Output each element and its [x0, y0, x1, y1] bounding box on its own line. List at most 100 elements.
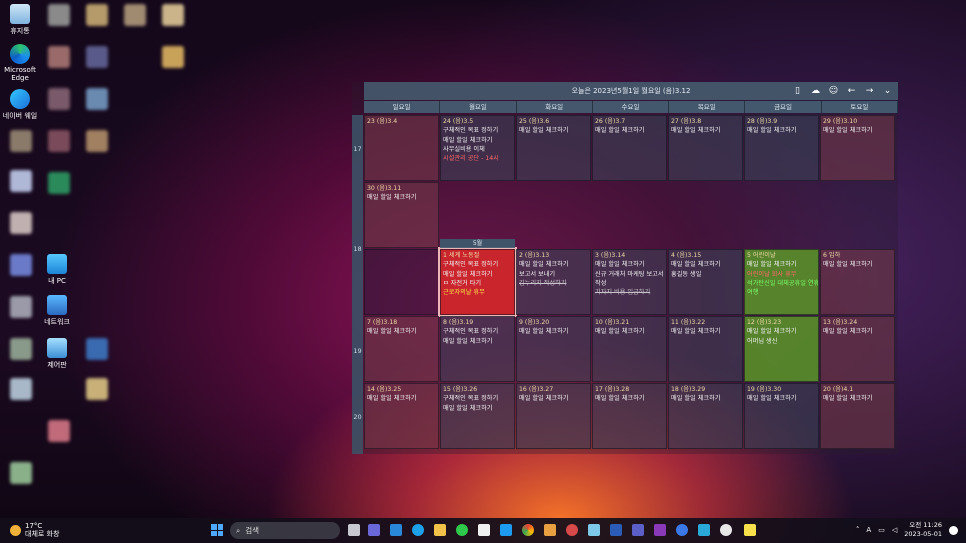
chrome-icon[interactable] [522, 524, 534, 536]
day-cell[interactable]: 19 (음)3.30 매일 할일 체크하기 [744, 383, 819, 449]
blurred-desktop-icon[interactable] [86, 130, 108, 152]
event-item[interactable]: 매일 할일 체크하기 [671, 126, 740, 135]
event-item[interactable]: 매일 할일 체크하기 [367, 327, 436, 336]
blurred-desktop-icon[interactable] [86, 46, 108, 68]
event-item[interactable]: 구체적인 목표 정하기 [443, 126, 512, 135]
blurred-desktop-icon[interactable] [10, 296, 32, 318]
task-view-icon[interactable] [348, 524, 360, 536]
event-item[interactable]: 매일 할일 체크하기 [823, 327, 892, 336]
event-item[interactable]: 매일 할일 체크하기 [595, 260, 664, 269]
day-cell[interactable]: 23 (음)3.4 [364, 115, 439, 181]
blurred-desktop-icon[interactable] [162, 4, 184, 26]
event-item[interactable]: 어머님 생신 [747, 337, 816, 346]
day-cell[interactable]: 25 (음)3.6 매일 할일 체크하기 [516, 115, 591, 181]
day-cell[interactable]: 17 (음)3.28 매일 할일 체크하기 [592, 383, 667, 449]
event-item[interactable]: 사무실비용 이체 [443, 145, 512, 154]
day-cell[interactable]: 16 (음)3.27 매일 할일 체크하기 [516, 383, 591, 449]
app-icon[interactable] [566, 524, 578, 536]
event-item[interactable]: 작성 [595, 279, 664, 288]
chevron-up-icon[interactable]: ˄ [856, 526, 860, 534]
day-cell[interactable]: 14 (음)3.25 매일 할일 체크하기 [364, 383, 439, 449]
network-icon[interactable]: 네트워크 [33, 295, 81, 327]
blurred-desktop-icon[interactable] [86, 4, 108, 26]
display-icon[interactable]: ▭ [878, 526, 885, 534]
blurred-desktop-icon[interactable] [86, 338, 108, 360]
event-item[interactable]: 시설관리 공단 - 14시 [443, 154, 512, 163]
event-item[interactable]: 신규 거래처 마케팅 보고서 [595, 270, 664, 279]
event-item[interactable]: 석가탄신일 대체공휴일 연휴 [747, 279, 818, 288]
calendar-titlebar[interactable]: 오늘은 2023년5월1일 월요일 (음)3.12 ▯ ☁ ☺ ← → ⌄ [364, 82, 898, 100]
line-icon[interactable] [456, 524, 468, 536]
blurred-desktop-icon[interactable] [10, 338, 32, 360]
day-cell[interactable]: 8 (음)3.19 구체적인 목표 정하기 매일 할일 체크하기 [440, 316, 515, 382]
event-item[interactable]: 매일 할일 체크하기 [823, 126, 892, 135]
blurred-desktop-icon[interactable] [10, 462, 32, 484]
day-cell[interactable]: 20 (음)4.1 매일 할일 체크하기 [820, 383, 895, 449]
day-cell[interactable]: 13 (음)3.24 매일 할일 체크하기 [820, 316, 895, 382]
event-item[interactable]: 근로자의날 휴무 [443, 288, 512, 297]
blurred-desktop-icon[interactable] [10, 170, 32, 192]
recycle-bin-icon[interactable]: 휴지통 [0, 4, 44, 36]
control-panel-icon[interactable]: 제어판 [33, 338, 81, 370]
chevron-down-icon[interactable]: ⌄ [881, 86, 894, 96]
event-item[interactable]: 매일 할일 체크하기 [519, 260, 588, 269]
event-item[interactable]: 매일 할일 체크하기 [443, 337, 512, 346]
user-icon[interactable]: ☺ [827, 86, 840, 96]
onenote-icon[interactable] [654, 524, 666, 536]
event-item[interactable]: 매일 할일 체크하기 [671, 260, 740, 269]
bing-icon[interactable] [698, 524, 710, 536]
day-cell[interactable]: 11 (음)3.22 매일 할일 체크하기 [668, 316, 743, 382]
start-button[interactable] [211, 524, 223, 536]
event-item[interactable]: 매일 할일 체크하기 [823, 394, 892, 403]
notepad-icon[interactable] [588, 524, 600, 536]
blurred-desktop-icon[interactable] [10, 254, 32, 276]
search-box[interactable]: ⌕ 검색 [230, 522, 340, 539]
whale-icon[interactable]: 네이버 웨일 [0, 89, 44, 121]
event-item[interactable]: 구체적인 목표 정하기 [443, 260, 512, 269]
day-cell[interactable]: 24 (음)3.5 구체적인 목표 정하기 매일 할일 체크하기 사무실비용 이체 시설… [440, 115, 515, 181]
event-item[interactable]: 매일 할일 체크하기 [595, 394, 664, 403]
blurred-desktop-icon[interactable] [10, 212, 32, 234]
blurred-desktop-icon[interactable] [162, 46, 184, 68]
day-cell[interactable]: 15 (음)3.26 구체적인 목표 정하기 매일 할일 체크하기 [440, 383, 515, 449]
event-item[interactable]: 보고서 보내기 [519, 270, 588, 279]
event-item[interactable]: 매일 할일 체크하기 [519, 327, 588, 336]
event-item[interactable]: 구체적인 목표 정하기 [443, 327, 512, 336]
event-item[interactable]: 매일 할일 체크하기 [367, 394, 436, 403]
ime-indicator[interactable]: A [866, 526, 871, 534]
day-cell[interactable]: 1 세계 노동절 구체적인 목표 정하기 매일 할일 체크하기 ㅁ 자전거 타기 근로자… [438, 247, 517, 317]
notification-badge-icon[interactable] [949, 525, 958, 535]
event-item[interactable]: 매일 할일 체크하기 [443, 404, 512, 413]
day-cell[interactable]: 3 (음)3.14 매일 할일 체크하기 신규 거래처 마케팅 보고서 작성 기자지 비… [592, 249, 667, 315]
day-cell[interactable]: 4 (음)3.15 매일 할일 체크하기 홍길동 생일 [668, 249, 743, 315]
store-icon[interactable] [390, 524, 402, 536]
event-item[interactable]: 매일 할일 체크하기 [367, 193, 436, 202]
event-item[interactable]: 기자지 비용 입금하기 [595, 288, 664, 297]
weather-widget[interactable]: 17°C 대체로 화창 [10, 522, 59, 538]
event-item[interactable]: 매일 할일 체크하기 [823, 260, 892, 269]
day-cell[interactable]: 26 (음)3.7 매일 할일 체크하기 [592, 115, 667, 181]
blurred-desktop-icon[interactable] [86, 378, 108, 400]
kakaotalk-icon[interactable] [744, 524, 756, 536]
day-cell[interactable]: 6 입하 매일 할일 체크하기 [820, 249, 895, 315]
app-icon[interactable] [544, 524, 556, 536]
event-item[interactable]: 홍길동 생일 [671, 270, 740, 279]
day-cell[interactable]: 10 (음)3.21 매일 할일 체크하기 [592, 316, 667, 382]
day-cell[interactable]: 27 (음)3.8 매일 할일 체크하기 [668, 115, 743, 181]
chat-icon[interactable] [368, 524, 380, 536]
blurred-desktop-icon[interactable] [48, 88, 70, 110]
event-item[interactable]: 매일 할일 체크하기 [747, 327, 816, 336]
day-cell[interactable] [364, 249, 439, 315]
event-item[interactable]: 매일 할일 체크하기 [519, 126, 588, 135]
day-cell[interactable]: 5 어린이날 매일 할일 체크하기 어린이날 회사 휴무 석가탄신일 대체공휴일 연휴… [744, 249, 819, 315]
volume-icon[interactable]: ◁ [892, 526, 897, 534]
event-item[interactable]: 매일 할일 체크하기 [595, 126, 664, 135]
blurred-desktop-icon[interactable] [10, 130, 32, 152]
blurred-desktop-icon[interactable] [48, 420, 70, 442]
day-cell[interactable]: 28 (음)3.9 매일 할일 체크하기 [744, 115, 819, 181]
prev-arrow-icon[interactable]: ← [845, 86, 858, 96]
blurred-desktop-icon[interactable] [86, 88, 108, 110]
blurred-desktop-icon[interactable] [48, 130, 70, 152]
event-item[interactable]: 매일 할일 체크하기 [747, 260, 816, 269]
word-icon[interactable] [610, 524, 622, 536]
